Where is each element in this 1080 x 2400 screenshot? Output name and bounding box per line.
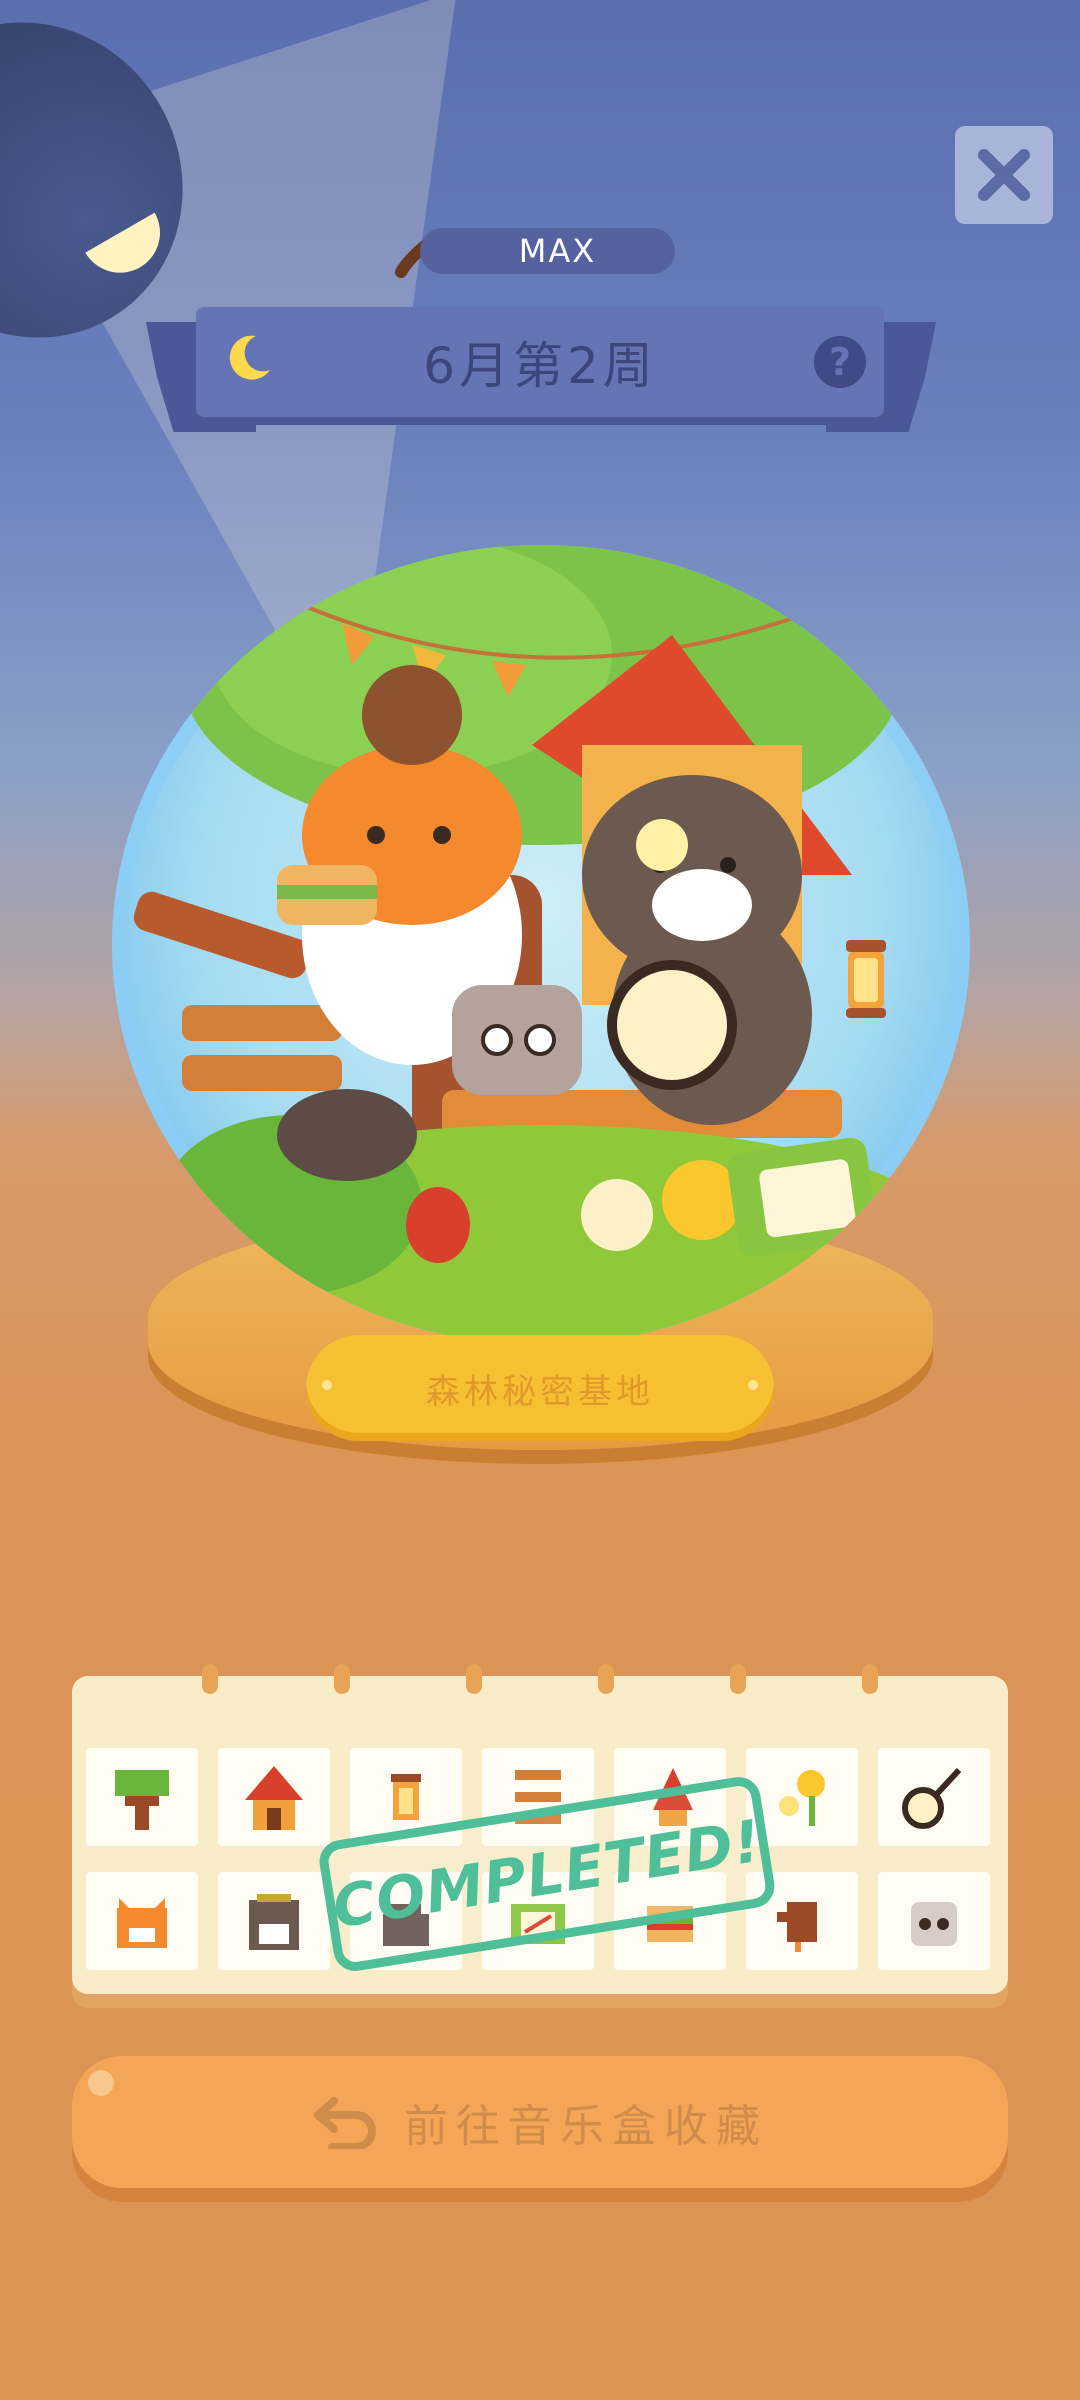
bird-sticker-icon (777, 1902, 817, 1952)
orange-cat-sticker-icon (117, 1898, 167, 1948)
sticker-cell[interactable] (878, 1748, 990, 1846)
close-icon (978, 149, 1030, 201)
calendar-ring (730, 1664, 746, 1694)
sticker-cell[interactable] (86, 1872, 198, 1970)
go-to-music-box-collection-button[interactable]: 前往音乐盒收藏 (72, 2056, 1008, 2188)
close-button[interactable] (955, 126, 1053, 224)
sticker-cell[interactable] (878, 1872, 990, 1970)
sticker-cell[interactable] (86, 1748, 198, 1846)
rock-face-sticker-icon (911, 1902, 957, 1946)
lantern-sticker-icon (391, 1774, 421, 1820)
sticker-cell[interactable] (218, 1872, 330, 1970)
week-banner: 6月第2周 (196, 307, 884, 417)
moon-icon (229, 335, 270, 380)
return-arrow-icon (314, 2097, 376, 2149)
button-shine (88, 2070, 114, 2096)
tree-sticker-icon (115, 1770, 169, 1830)
sticker-cell[interactable] (218, 1748, 330, 1846)
go-button-label: 前往音乐盒收藏 (404, 2101, 768, 2152)
banjo-sticker-icon (902, 1767, 962, 1829)
calendar-ring (334, 1664, 350, 1694)
calendar-ring (202, 1664, 218, 1694)
scene-title-plaque: 森林秘密基地 (306, 1335, 774, 1441)
calendar-ring (466, 1664, 482, 1694)
calendar-ring (862, 1664, 878, 1694)
lantern-icon (846, 940, 886, 1018)
flower-sticker-icon (779, 1770, 825, 1826)
energy-status-pill: MAX (420, 228, 675, 274)
tabby-cat-sticker-icon (249, 1894, 299, 1950)
house-sticker-icon (245, 1766, 303, 1830)
help-button[interactable]: ? (814, 336, 866, 388)
calendar-ring (598, 1664, 614, 1694)
week-title: 6月第2周 (423, 337, 657, 395)
scene-title: 森林秘密基地 (426, 1371, 654, 1412)
